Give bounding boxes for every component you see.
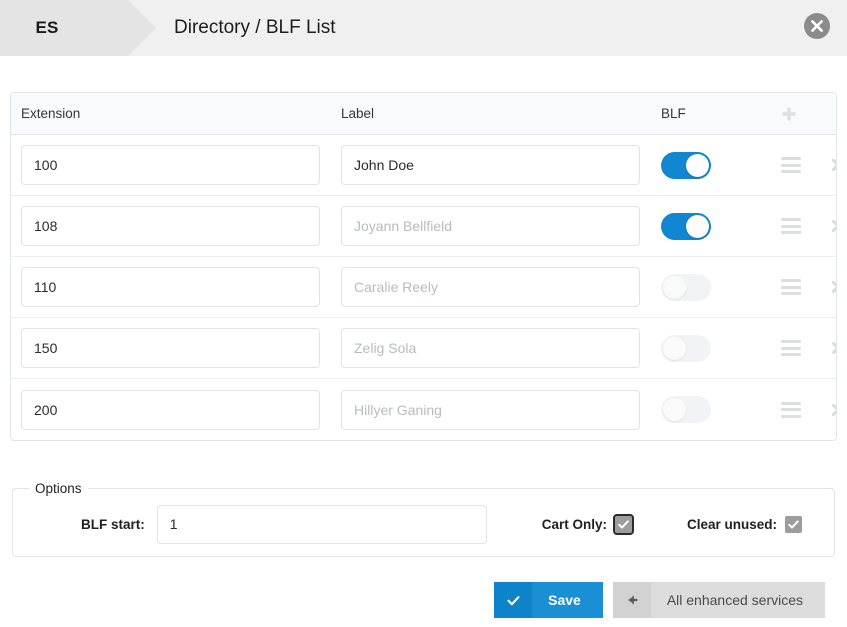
brand-chip: ES <box>0 0 156 56</box>
options-row: BLF start: Cart Only: Clear unused: <box>13 496 834 552</box>
blf-toggle[interactable] <box>661 151 711 179</box>
blf-cell <box>661 396 777 423</box>
table-row <box>11 135 836 196</box>
column-header-extension: Extension <box>21 106 81 121</box>
extension-cell <box>21 267 341 307</box>
remove-x-icon[interactable] <box>829 339 836 357</box>
brand-label: ES <box>35 18 59 37</box>
remove-x-icon[interactable] <box>829 156 836 174</box>
remove-x-icon[interactable] <box>829 401 836 419</box>
extension-input[interactable] <box>21 267 320 307</box>
drag-handle-icon[interactable] <box>781 157 801 173</box>
footer-actions: Save All enhanced services <box>10 582 837 618</box>
drag-handle-icon[interactable] <box>781 401 801 418</box>
blf-start-group: BLF start: <box>81 504 487 544</box>
table-row <box>11 257 836 318</box>
extension-cell <box>21 206 341 246</box>
label-cell <box>341 145 661 185</box>
app-header: ES Directory / BLF List <box>0 0 847 56</box>
blf-table: Extension Label BLF <box>10 92 837 441</box>
plus-icon[interactable] <box>777 102 801 126</box>
row-actions-cell <box>777 339 836 357</box>
blf-toggle[interactable] <box>661 212 711 240</box>
clear-unused-group: Clear unused: <box>687 515 803 533</box>
all-enhanced-services-label: All enhanced services <box>666 592 803 608</box>
blf-toggle-knob <box>686 153 709 177</box>
blf-cell <box>661 151 777 179</box>
page-title: Directory / BLF List <box>174 17 336 38</box>
row-actions-cell <box>777 278 836 296</box>
blf-cell <box>661 212 777 240</box>
blf-start-label: BLF start: <box>81 516 145 532</box>
blf-toggle-knob <box>663 398 686 421</box>
table-row <box>11 318 836 379</box>
blf-toggle-knob <box>686 214 709 238</box>
check-icon <box>494 582 533 618</box>
clear-unused-checkbox[interactable] <box>785 515 803 533</box>
extension-input[interactable] <box>21 145 320 185</box>
remove-x-icon[interactable] <box>829 217 836 235</box>
row-actions-cell <box>777 401 836 419</box>
extension-cell <box>21 145 341 185</box>
blf-cell <box>661 273 777 301</box>
drag-handle-icon[interactable] <box>781 218 801 234</box>
remove-x-icon[interactable] <box>829 278 836 296</box>
all-enhanced-services-button[interactable]: All enhanced services <box>612 582 825 618</box>
label-cell <box>341 389 661 430</box>
cart-only-group: Cart Only: <box>541 513 635 535</box>
blf-toggle-knob <box>663 336 686 360</box>
label-cell <box>341 206 661 246</box>
column-header-label: Label <box>341 106 375 121</box>
extension-input[interactable] <box>21 206 320 246</box>
close-icon[interactable] <box>804 13 830 39</box>
clear-unused-label: Clear unused: <box>687 516 778 532</box>
cart-only-label: Cart Only: <box>541 516 608 532</box>
table-row <box>11 379 836 440</box>
options-legend: Options <box>35 481 82 496</box>
page-body: Extension Label BLF Options BLF start: C… <box>0 92 847 618</box>
extension-cell <box>21 328 341 368</box>
drag-handle-icon[interactable] <box>781 340 801 356</box>
column-header-blf: BLF <box>661 106 686 121</box>
table-body <box>11 135 836 440</box>
label-input[interactable] <box>341 328 640 368</box>
label-input[interactable] <box>341 267 640 307</box>
label-cell <box>341 328 661 368</box>
row-actions-cell <box>777 156 836 174</box>
label-input[interactable] <box>341 206 640 246</box>
row-actions-cell <box>777 217 836 235</box>
blf-toggle-knob <box>663 275 686 299</box>
extension-input[interactable] <box>21 328 320 368</box>
cart-only-checkbox[interactable] <box>613 513 635 535</box>
blf-toggle[interactable] <box>661 334 711 362</box>
extension-input[interactable] <box>21 389 320 430</box>
blf-cell <box>661 334 777 362</box>
label-cell <box>341 267 661 307</box>
save-button[interactable]: Save <box>494 582 603 618</box>
table-row <box>11 196 836 257</box>
blf-toggle[interactable] <box>661 396 711 423</box>
label-input[interactable] <box>341 145 640 185</box>
label-input[interactable] <box>341 389 640 430</box>
arrow-left-icon <box>612 582 651 618</box>
blf-start-input[interactable] <box>156 504 487 544</box>
extension-cell <box>21 389 341 430</box>
blf-toggle[interactable] <box>661 273 711 301</box>
column-header-actions <box>777 102 836 126</box>
table-header-row: Extension Label BLF <box>11 93 836 135</box>
drag-handle-icon[interactable] <box>781 279 801 295</box>
options-fieldset: Options BLF start: Cart Only: Clear unus… <box>12 481 835 557</box>
save-button-label: Save <box>548 592 581 608</box>
